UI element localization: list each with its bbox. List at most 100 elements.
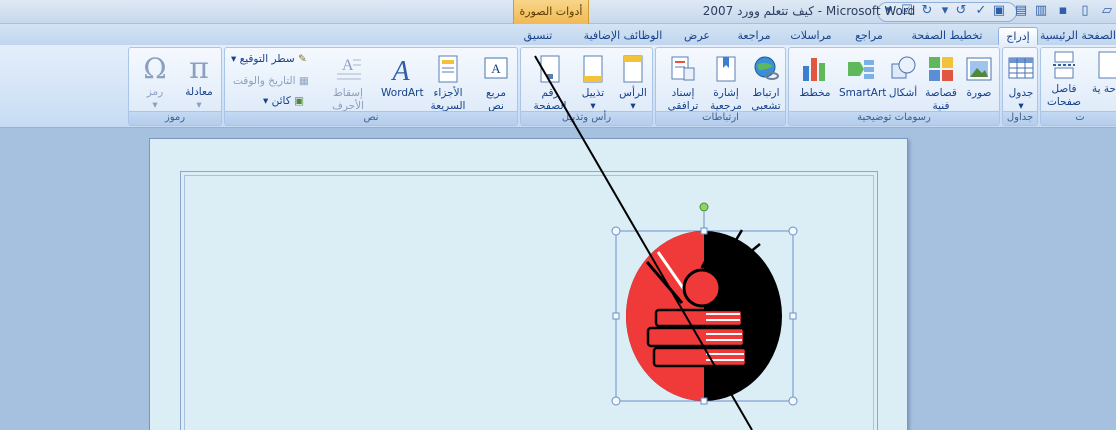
object-icon: ▣: [294, 95, 305, 107]
page-break-label: فاصل صفحات: [1047, 83, 1082, 108]
group-label-pages: ت: [1041, 111, 1116, 125]
group-illustrations: صورة قصاصة فنية أشكال SmartArt مخطط رسوم…: [788, 47, 1000, 126]
smartart-button[interactable]: SmartArt: [839, 54, 887, 100]
document-page[interactable]: [149, 138, 908, 430]
bookmark-icon: [716, 56, 736, 82]
group-label-links: ارتباطات: [656, 111, 785, 125]
tab-format[interactable]: تنسيق: [510, 27, 566, 45]
wordart-glyph: A: [390, 56, 410, 84]
tab-add-ins[interactable]: الوظائف الإضافية: [578, 27, 668, 45]
symbol-button[interactable]: Ω رمز ▾: [135, 52, 175, 112]
cover-page-button[interactable]: حة ية: [1089, 50, 1116, 96]
cross-reference-icon: [671, 56, 695, 81]
footer-label: تذييل: [581, 87, 605, 99]
window-title: كيف تتعلم وورد 2007 - Microsoft Word: [702, 4, 916, 18]
calendar-icon: ▦: [298, 75, 309, 87]
page-number-button[interactable]: رقم الصفحة: [529, 54, 571, 113]
chart-icon: [803, 58, 825, 81]
hyperlink-icon: [754, 56, 779, 80]
bookmark-label: إشارة مرجعية: [710, 87, 742, 112]
wordart-button[interactable]: A WordArt: [381, 54, 424, 100]
group-label-symbols: رموز: [129, 111, 221, 125]
tab-mailings[interactable]: مراسلات: [782, 27, 840, 45]
tab-review[interactable]: مراجعة: [726, 27, 782, 45]
quick-parts-button[interactable]: الأجزاء السريعة: [421, 54, 475, 113]
chart-label: مخطط: [799, 87, 831, 99]
table-label: جدول: [1008, 87, 1034, 99]
email-icon[interactable]: ▥: [1033, 3, 1049, 19]
group-label-text: نص: [225, 111, 517, 125]
signature-line-button[interactable]: ▾ سطر التوقيع ✎: [231, 52, 315, 66]
text-box-glyph: A: [491, 61, 501, 76]
header-button[interactable]: الرأس ▾: [615, 54, 651, 113]
quick-parts-icon: [438, 55, 458, 83]
save-icon[interactable]: ▪: [1055, 3, 1071, 19]
smartart-label: SmartArt: [839, 87, 887, 99]
object-button[interactable]: ▾ كائن ▣: [263, 94, 315, 108]
shapes-icon: [891, 56, 916, 79]
ribbon: فاصل صفحات حة ية ت جدول ▾ جداول صورة قصا…: [0, 45, 1116, 128]
open-icon[interactable]: ▱: [1099, 3, 1115, 19]
table-button[interactable]: جدول ▾: [1005, 54, 1037, 113]
cross-reference-button[interactable]: إسناد ترافقي: [662, 54, 704, 113]
table-icon: [1008, 57, 1034, 79]
tab-home[interactable]: الصفحة الرئيسية: [1040, 27, 1116, 45]
drop-cap-icon: A: [337, 57, 361, 80]
group-symbols: π معادلة ▾ Ω رمز ▾ رموز: [128, 47, 222, 126]
tab-page-layout[interactable]: تخطيط الصفحة: [902, 27, 992, 45]
footer-icon: [583, 55, 603, 83]
clip-art-button[interactable]: قصاصة فنية: [923, 54, 959, 113]
group-pages: فاصل صفحات حة ية ت: [1040, 47, 1116, 126]
date-time-button[interactable]: التاريخ والوقت ▦: [233, 74, 317, 88]
equation-button[interactable]: π معادلة ▾: [177, 52, 221, 112]
group-tables: جدول ▾ جداول: [1002, 47, 1038, 126]
header-label: الرأس: [619, 87, 647, 99]
dropdown-arrow-icon: ▾: [231, 53, 237, 65]
smartart-icon: [848, 60, 874, 79]
group-text: A مربع نص الأجزاء السريعة A WordArt A إس…: [224, 47, 518, 126]
title-bar: ▾ ☑ ↻ ▾ ↺ ✓ ▣ ▤ ▥ ▪ ▯ ▱ كيف تتعلم وورد 2…: [0, 0, 1116, 24]
symbol-icon: Ω: [143, 52, 167, 85]
tab-view[interactable]: عرض: [672, 27, 722, 45]
word-window: ▾ ☑ ↻ ▾ ↺ ✓ ▣ ▤ ▥ ▪ ▯ ▱ كيف تتعلم وورد 2…: [0, 0, 1116, 430]
picture-tools-label: أدوات الصورة: [513, 0, 589, 24]
chart-button[interactable]: مخطط: [795, 54, 835, 100]
page-break-icon: [1053, 51, 1075, 79]
shapes-label: أشكال: [888, 87, 918, 99]
cover-page-label: حة ية: [1091, 83, 1116, 95]
svg-text:A: A: [342, 57, 354, 74]
hyperlink-button[interactable]: ارتباط تشعبي: [748, 54, 784, 113]
picture-icon: [966, 57, 992, 81]
quick-parts-label: الأجزاء السريعة: [430, 87, 466, 112]
date-time-label: التاريخ والوقت: [233, 75, 296, 87]
signature-icon: ✎: [298, 53, 307, 65]
page-border-inner: [184, 175, 874, 430]
picture-label: صورة: [966, 87, 992, 99]
group-header-footer: الرأس ▾ تذييل ▾ رقم الصفحة رأس وتذييل: [520, 47, 653, 126]
equation-label: معادلة: [185, 86, 213, 98]
print-icon[interactable]: ▤: [1013, 3, 1029, 19]
bookmark-button[interactable]: إشارة مرجعية: [706, 54, 746, 113]
document-area: [0, 128, 1116, 430]
footer-button[interactable]: تذييل ▾: [575, 54, 611, 113]
wordart-icon: A: [390, 56, 410, 84]
dropdown-arrow-icon: ▾: [263, 95, 269, 107]
clip-art-icon: [929, 57, 953, 81]
picture-button[interactable]: صورة: [961, 54, 997, 100]
group-label-illustrations: رسومات توضيحية: [789, 111, 999, 125]
cross-reference-label: إسناد ترافقي: [667, 87, 699, 112]
signature-line-label: سطر التوقيع: [239, 53, 295, 65]
tab-insert[interactable]: إدراج: [998, 27, 1038, 45]
hyperlink-label: ارتباط تشعبي: [751, 87, 781, 112]
text-box-button[interactable]: A مربع نص: [477, 54, 515, 113]
equation-icon: π: [189, 51, 209, 86]
page-break-button[interactable]: فاصل صفحات: [1047, 50, 1081, 109]
tab-references[interactable]: مراجع: [840, 27, 898, 45]
cover-page-icon: [1098, 51, 1116, 79]
object-label: كائن: [271, 95, 291, 107]
shapes-button[interactable]: أشكال: [885, 54, 921, 100]
new-document-icon[interactable]: ▯: [1077, 3, 1093, 19]
text-box-label: مربع نص: [486, 87, 506, 112]
text-box-icon: A: [484, 57, 508, 79]
group-links: ارتباط تشعبي إشارة مرجعية إسناد ترافقي ا…: [655, 47, 786, 126]
